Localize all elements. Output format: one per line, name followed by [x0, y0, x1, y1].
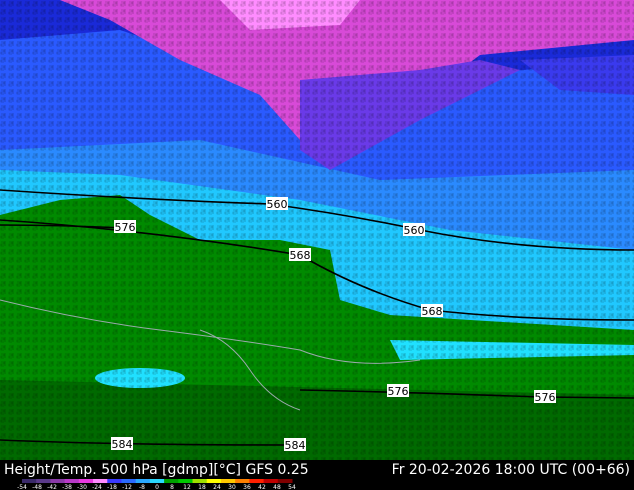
colorbar-swatch — [36, 479, 51, 483]
colorbar-tick-label: 8 — [170, 484, 174, 490]
colorbar-swatch — [249, 479, 265, 483]
contour-label: 576 — [388, 385, 409, 398]
colorbar-tick-label: 24 — [213, 484, 221, 490]
colorbar-swatch — [277, 479, 293, 483]
map-canvas: 560 560 568 568 576 576 576 584 584 Height/Temp.… — [0, 0, 634, 490]
colorbar-tick-label: 54 — [288, 484, 296, 490]
colorbar-tick-label: 30 — [228, 484, 236, 490]
colorbar-swatch — [149, 479, 165, 483]
colorbar-tick-label: 48 — [273, 484, 281, 490]
colorbar-tick-label: -48 — [32, 484, 42, 490]
contour-label: 576 — [115, 221, 136, 234]
footer-left-title: Height/Temp. 500 hPa [gdmp][°C] GFS 0.25 — [4, 462, 309, 478]
colorbar-tick-label: -30 — [77, 484, 87, 490]
colorbar-swatch — [64, 479, 80, 483]
colorbar-swatch — [192, 479, 208, 483]
colorbar-tick-label: -54 — [17, 484, 27, 490]
contour-label: 560 — [404, 224, 425, 237]
colorbar-tick-label: 12 — [183, 484, 191, 490]
contour-label: 584 — [285, 439, 306, 452]
colorbar-tick-label: -18 — [107, 484, 117, 490]
colorbar-swatch — [107, 479, 122, 483]
colorbar-swatch — [220, 479, 236, 483]
colorbar-swatch — [121, 479, 137, 483]
colorbar-swatch — [178, 479, 194, 483]
colorbar-swatch — [206, 479, 222, 483]
colorbar-swatch — [78, 479, 94, 483]
contour-label: 576 — [535, 391, 556, 404]
colorbar-swatch — [164, 479, 179, 483]
colorbar-tick-label: 0 — [155, 484, 159, 490]
colorbar-swatch — [22, 479, 37, 483]
colorbar-tick-label: 42 — [258, 484, 266, 490]
colorbar-tick-label: -42 — [47, 484, 57, 490]
colorbar-tick-label: -12 — [122, 484, 132, 490]
contour-label: 560 — [267, 198, 288, 211]
colorbar-swatch — [263, 479, 279, 483]
colorbar-tick-label: -24 — [92, 484, 102, 490]
colorbar-swatch — [50, 479, 66, 483]
colorbar-swatch — [135, 479, 151, 483]
colorbar-tick-label: 36 — [243, 484, 251, 490]
colorbar-tick-label: -8 — [139, 484, 145, 490]
contour-label: 568 — [290, 249, 311, 262]
colorbar-tick-label: 18 — [198, 484, 206, 490]
colorbar-swatch — [235, 479, 250, 483]
contour-label: 568 — [422, 305, 443, 318]
colorbar-tick-label: -38 — [62, 484, 72, 490]
colorbar-swatch — [93, 479, 108, 483]
weather-map: 560 560 568 568 576 576 576 584 584 Height/Temp.… — [0, 0, 634, 490]
contour-label: 584 — [112, 438, 133, 451]
footer-right-timestamp: Fr 20-02-2026 18:00 UTC (00+66) — [392, 462, 630, 478]
